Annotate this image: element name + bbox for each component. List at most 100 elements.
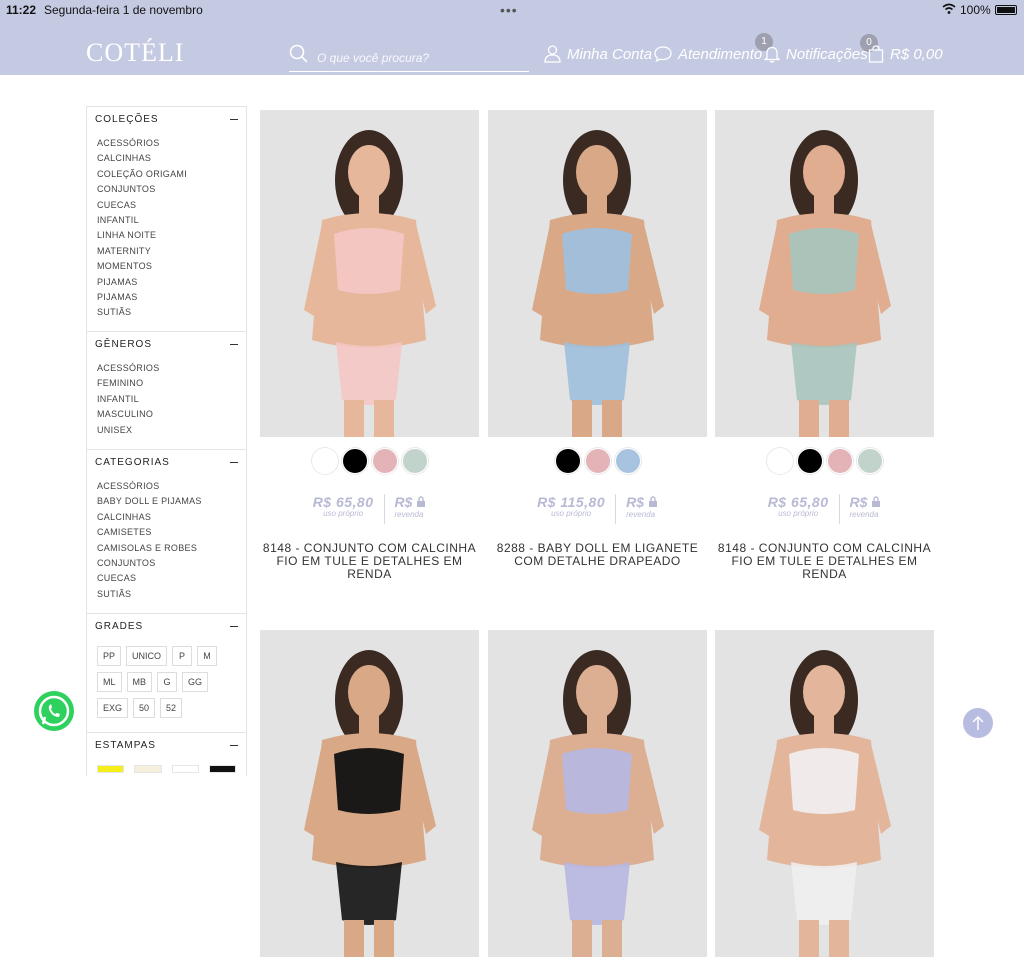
collapse-icon[interactable] <box>230 744 238 746</box>
facet-option[interactable]: CONJUNTOS <box>97 182 236 197</box>
facet-option[interactable]: FEMININO <box>97 376 236 391</box>
color-swatch[interactable] <box>341 448 368 474</box>
stamp-swatch[interactable] <box>171 765 199 773</box>
color-swatch[interactable] <box>401 448 428 474</box>
size-option[interactable]: ML <box>97 672 122 692</box>
price-row: R$ 65,80 uso próprio R$ revenda <box>715 494 934 524</box>
size-option[interactable]: UNICO <box>126 646 168 666</box>
product-card[interactable] <box>260 630 479 957</box>
product-image[interactable] <box>488 630 707 957</box>
facet-option[interactable]: ACESSÓRIOS <box>97 361 236 376</box>
price-value: R$ 65,80 <box>767 494 829 510</box>
facet-option[interactable]: PIJAMAS <box>97 275 236 290</box>
color-swatch[interactable] <box>856 448 883 474</box>
product-image[interactable] <box>488 110 707 437</box>
site-logo[interactable]: COTÉLI <box>86 38 184 68</box>
facet-option[interactable]: UNISEX <box>97 423 236 438</box>
size-option[interactable]: M <box>197 646 218 666</box>
facet-estampas: ESTAMPAS <box>87 733 246 781</box>
resale-label: revenda <box>394 510 424 519</box>
product-image[interactable] <box>715 630 934 957</box>
color-swatch[interactable] <box>584 448 611 474</box>
facet-option[interactable]: CUECAS <box>97 198 236 213</box>
size-option[interactable]: 52 <box>160 698 183 718</box>
facet-categorias-header[interactable]: CATEGORIAS <box>95 450 238 474</box>
size-option[interactable]: GG <box>182 672 209 692</box>
product-card[interactable]: R$ 65,80 uso próprio R$ revenda 8148 - CONJ… <box>260 110 479 581</box>
facet-option[interactable]: CAMISETES <box>97 525 236 540</box>
facet-colecoes-header[interactable]: COLEÇÕES <box>95 107 238 131</box>
stamp-swatch[interactable] <box>134 765 162 773</box>
facet-option[interactable]: MASCULINO <box>97 407 236 422</box>
color-swatch[interactable] <box>826 448 853 474</box>
facet-option[interactable]: ACESSÓRIOS <box>97 479 236 494</box>
search-input[interactable] <box>317 48 527 68</box>
collapse-icon[interactable] <box>230 118 238 120</box>
product-title[interactable]: 8288 - BABY DOLL EM LIGANETE COM DETALHE… <box>488 542 707 568</box>
facet-option[interactable]: INFANTIL <box>97 213 236 228</box>
facet-estampas-header[interactable]: ESTAMPAS <box>95 733 238 757</box>
color-swatch[interactable] <box>311 448 338 474</box>
facet-option[interactable]: CAMISOLAS E ROBES <box>97 541 236 556</box>
facet-option[interactable]: ACESSÓRIOS <box>97 136 236 151</box>
facet-option[interactable]: LINHA NOITE <box>97 228 236 243</box>
product-card[interactable]: R$ 115,80 uso próprio R$ revenda 8288 - BAB… <box>488 110 707 568</box>
collapse-icon[interactable] <box>230 625 238 627</box>
resale-currency: R$ <box>849 494 868 510</box>
scroll-to-top-button[interactable] <box>963 708 993 738</box>
cart-link[interactable]: R$ 0,00 <box>868 42 943 66</box>
facet-generos-header[interactable]: GÊNEROS <box>95 332 238 356</box>
facet-option[interactable]: CALCINHAS <box>97 151 236 166</box>
product-image[interactable] <box>260 110 479 437</box>
color-swatch[interactable] <box>796 448 823 474</box>
product-image[interactable] <box>260 630 479 957</box>
notifications-link[interactable]: Notificações <box>764 42 868 66</box>
size-option[interactable]: PP <box>97 646 122 666</box>
product-title[interactable]: 8148 - CONJUNTO COM CALCINHA FIO EM TULE… <box>715 542 934 581</box>
account-link[interactable]: Minha Conta <box>544 42 652 66</box>
collapse-icon[interactable] <box>230 461 238 463</box>
product-title[interactable]: 8148 - CONJUNTO COM CALCINHA FIO EM TULE… <box>260 542 479 581</box>
size-option[interactable]: P <box>172 646 193 666</box>
product-card[interactable]: R$ 65,80 uso próprio R$ revenda 8148 - CONJ… <box>715 110 934 581</box>
color-swatch[interactable] <box>371 448 398 474</box>
size-option[interactable]: EXG <box>97 698 129 718</box>
facet-option[interactable]: MATERNITY <box>97 244 236 259</box>
resale-price[interactable]: R$ revenda <box>395 494 427 519</box>
facet-option[interactable]: SUTIÃS <box>97 305 236 320</box>
size-option[interactable]: 50 <box>133 698 156 718</box>
status-bar: 11:22 Segunda-feira 1 de novembro ••• 10… <box>0 0 1024 20</box>
facet-title: CATEGORIAS <box>95 456 170 468</box>
facet-option[interactable]: MOMENTOS <box>97 259 236 274</box>
whatsapp-icon <box>38 695 70 727</box>
facet-option[interactable]: BABY DOLL E PIJAMAS <box>97 494 236 509</box>
size-option[interactable]: G <box>157 672 178 692</box>
facet-title: GRADES <box>95 620 144 632</box>
price-label: uso próprio <box>323 509 364 518</box>
support-link[interactable]: Atendimento <box>654 42 762 66</box>
facet-option[interactable]: INFANTIL <box>97 392 236 407</box>
facet-option[interactable]: SUTIÃS <box>97 587 236 602</box>
facet-option[interactable]: CALCINHAS <box>97 510 236 525</box>
resale-price[interactable]: R$ revenda <box>626 494 658 519</box>
facet-option[interactable]: CONJUNTOS <box>97 556 236 571</box>
search-icon[interactable] <box>289 44 309 64</box>
product-card[interactable] <box>715 630 934 957</box>
whatsapp-button[interactable] <box>34 691 74 731</box>
size-option[interactable]: MB <box>126 672 153 692</box>
site-header: COTÉLI Minha Conta Atendimento 1 Notific… <box>0 20 1024 75</box>
facet-option[interactable]: CUECAS <box>97 571 236 586</box>
color-swatch[interactable] <box>614 448 641 474</box>
facet-option[interactable]: PIJAMAS <box>97 290 236 305</box>
stamp-swatch[interactable] <box>97 765 125 773</box>
color-swatch[interactable] <box>554 448 581 474</box>
color-swatch[interactable] <box>766 448 793 474</box>
product-image[interactable] <box>715 110 934 437</box>
facet-option[interactable]: COLEÇÃO ORIGAMI <box>97 167 236 182</box>
product-card[interactable] <box>488 630 707 957</box>
resale-price[interactable]: R$ revenda <box>850 494 882 519</box>
collapse-icon[interactable] <box>230 343 238 345</box>
multitasking-dots-icon[interactable]: ••• <box>500 2 518 18</box>
stamp-swatch[interactable] <box>208 765 236 773</box>
facet-grades-header[interactable]: GRADES <box>95 614 238 638</box>
